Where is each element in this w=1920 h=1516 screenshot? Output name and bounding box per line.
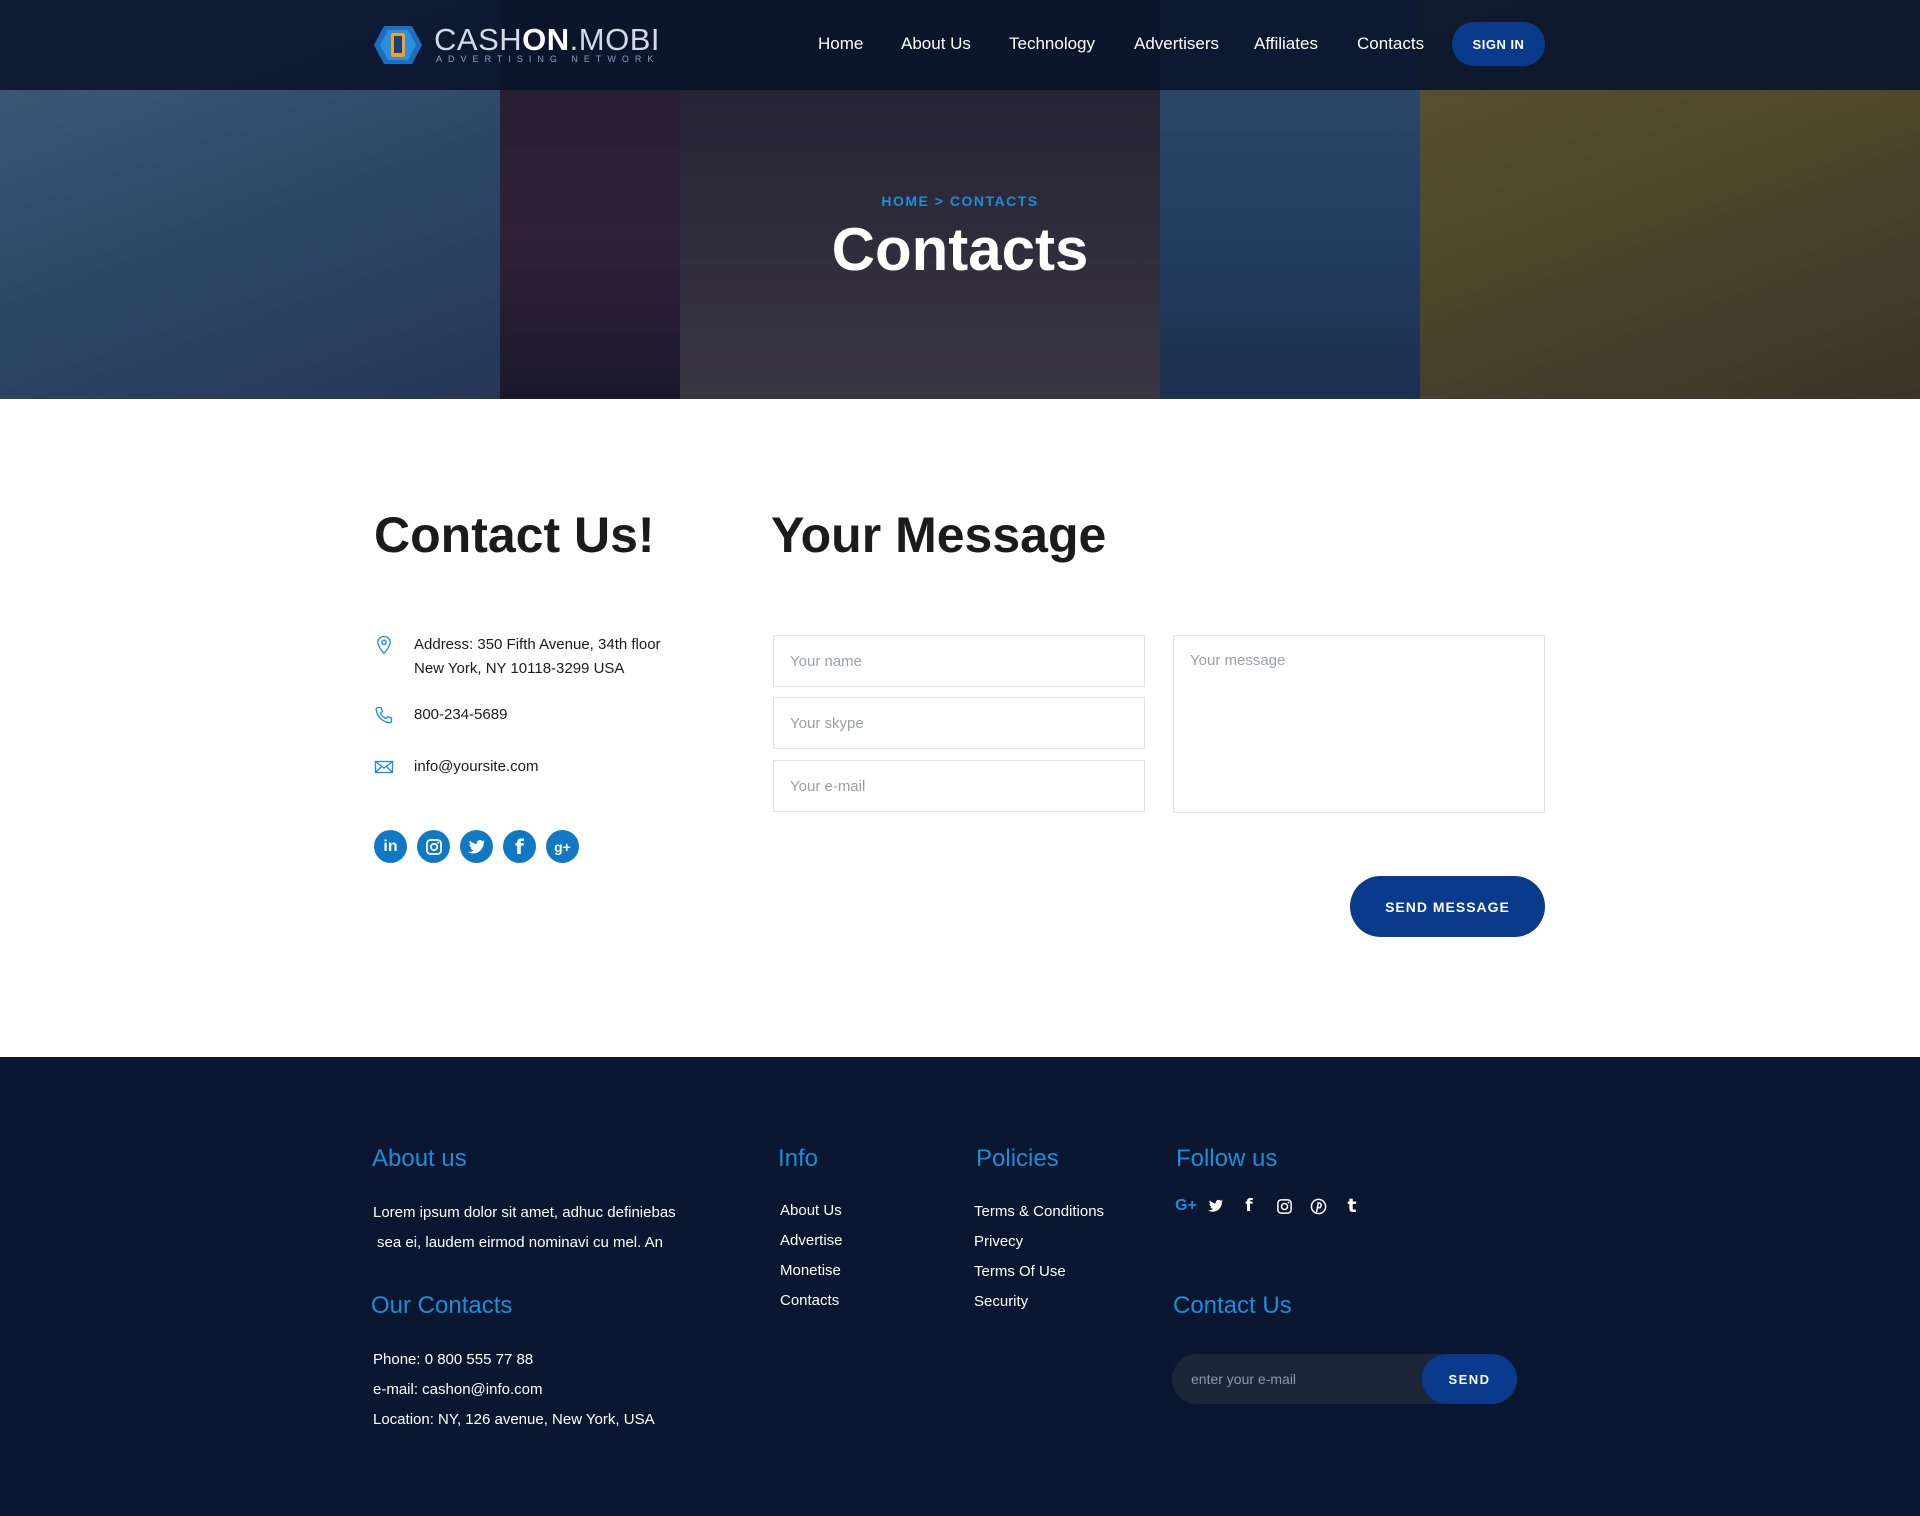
footer-link-monetise[interactable]: Monetise (780, 1256, 841, 1286)
footer-follow-heading: Follow us (1176, 1145, 1278, 1172)
footer-link-security[interactable]: Security (974, 1287, 1028, 1317)
facebook-icon[interactable]: f (503, 830, 536, 863)
site-footer (0, 1057, 1920, 1516)
footer-info-heading: Info (778, 1145, 819, 1172)
phone-number[interactable]: 800-234-5689 (414, 703, 507, 727)
envelope-icon (374, 760, 394, 774)
pinterest-icon[interactable] (1307, 1195, 1329, 1217)
nav-about-us[interactable]: About Us (901, 33, 971, 55)
footer-email[interactable]: e-mail: cashon@info.com (373, 1375, 542, 1405)
google-plus-icon[interactable]: g+ (546, 830, 579, 863)
nav-advertisers[interactable]: Advertisers (1134, 33, 1219, 55)
instagram-icon[interactable] (1273, 1195, 1295, 1217)
contact-us-heading: Contact Us! (374, 507, 655, 563)
logo-tagline: ADVERTISING NETWORK (436, 54, 660, 64)
site-logo[interactable]: CASHON.MOBI ADVERTISING NETWORK (374, 22, 659, 68)
breadcrumb[interactable]: HOME > CONTACTS (0, 193, 1920, 209)
footer-contact-us-heading: Contact Us (1173, 1292, 1292, 1319)
footer-link-contacts[interactable]: Contacts (780, 1286, 839, 1316)
newsletter-form: enter your e-mail SEND (1172, 1354, 1517, 1404)
instagram-icon[interactable] (417, 830, 450, 863)
footer-link-terms-of-use[interactable]: Terms Of Use (974, 1257, 1066, 1287)
nav-affiliates[interactable]: Affiliates (1254, 33, 1318, 55)
google-plus-icon[interactable]: G+ (1173, 1195, 1199, 1217)
newsletter-email-input[interactable]: enter your e-mail (1191, 1354, 1296, 1404)
logo-wordmark: CASHON.MOBI (434, 22, 660, 57)
name-field[interactable]: Your name (773, 635, 1145, 687)
newsletter-send-button[interactable]: SEND (1422, 1354, 1517, 1404)
nav-contacts[interactable]: Contacts (1357, 33, 1424, 55)
your-message-heading: Your Message (771, 507, 1107, 563)
footer-about-text-line-2: sea ei, laudem eirmod nominavi cu mel. A… (377, 1234, 663, 1251)
logo-mark-icon (374, 26, 422, 64)
address-line-2: New York, NY 10118-3299 USA (414, 660, 625, 677)
top-navigation-bar: CASHON.MOBI ADVERTISING NETWORK Home Abo… (0, 0, 1920, 90)
nav-home[interactable]: Home (818, 33, 863, 55)
footer-link-terms-conditions[interactable]: Terms & Conditions (974, 1197, 1104, 1227)
phone-icon (375, 706, 393, 724)
email-field[interactable]: Your e-mail (773, 760, 1145, 812)
footer-our-contacts-heading: Our Contacts (371, 1292, 513, 1319)
tumblr-icon[interactable]: t (1341, 1195, 1363, 1217)
footer-about-text-line-1: Lorem ipsum dolor sit amet, adhuc defini… (373, 1204, 676, 1221)
message-textarea[interactable]: Your message (1173, 635, 1545, 813)
footer-policies-heading: Policies (976, 1145, 1059, 1172)
footer-link-privecy[interactable]: Privecy (974, 1227, 1023, 1257)
footer-location: Location: NY, 126 avenue, New York, USA (373, 1411, 655, 1428)
facebook-icon[interactable]: f (1238, 1195, 1260, 1217)
page-title: Contacts (831, 216, 1089, 283)
hero-banner: CASHON.MOBI ADVERTISING NETWORK Home Abo… (0, 0, 1920, 399)
footer-link-advertise[interactable]: Advertise (780, 1226, 843, 1256)
send-message-button[interactable]: SEND MESSAGE (1350, 876, 1545, 937)
linkedin-icon[interactable]: in (374, 830, 407, 863)
nav-technology[interactable]: Technology (1009, 33, 1095, 55)
twitter-icon[interactable] (460, 830, 493, 863)
skype-field[interactable]: Your skype (773, 697, 1145, 749)
twitter-icon[interactable] (1205, 1195, 1227, 1217)
email-address[interactable]: info@yoursite.com (414, 755, 538, 779)
address-line-1: Address: 350 Fifth Avenue, 34th floor (414, 636, 661, 653)
sign-in-button[interactable]: SIGN IN (1452, 22, 1545, 66)
footer-phone: Phone: 0 800 555 77 88 (373, 1351, 534, 1368)
map-pin-icon (377, 635, 391, 655)
footer-about-heading: About us (372, 1145, 467, 1172)
footer-link-about-us[interactable]: About Us (780, 1196, 842, 1226)
